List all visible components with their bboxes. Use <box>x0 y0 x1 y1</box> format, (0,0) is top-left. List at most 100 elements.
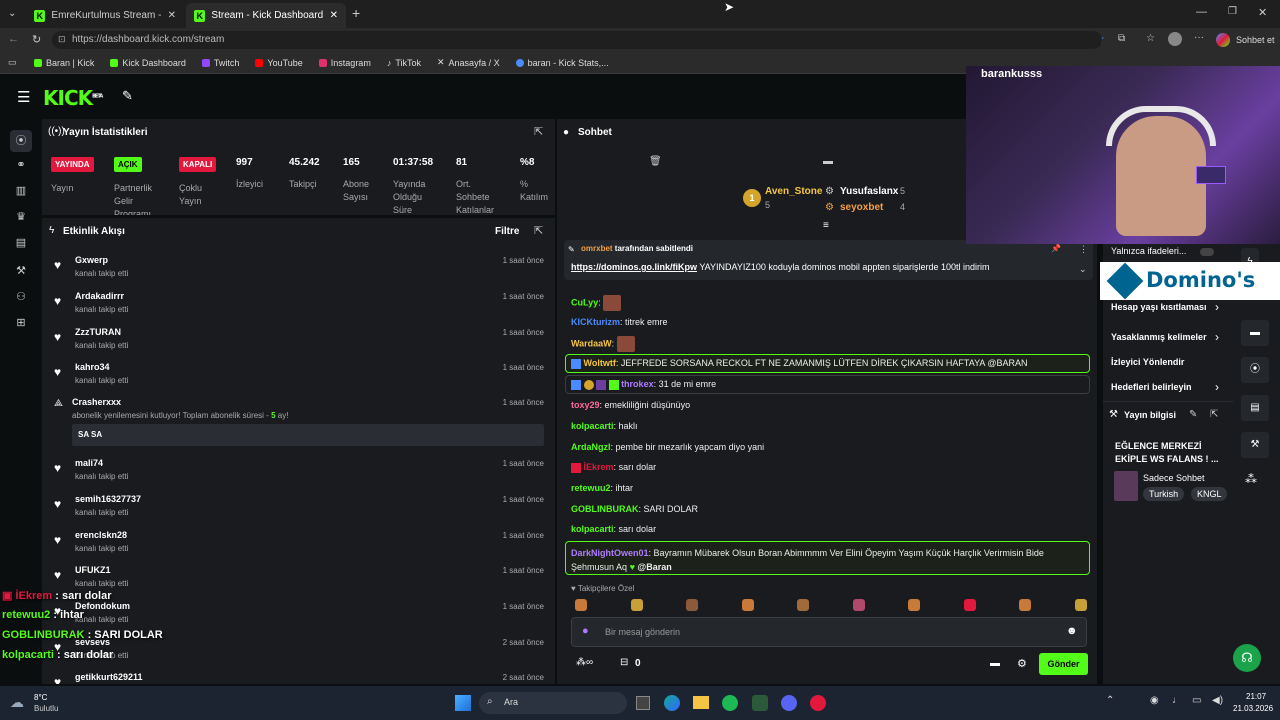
bookmark-kick-stats[interactable]: baran - Kick Stats,... <box>515 58 609 68</box>
event-username[interactable]: getikkurt629211 <box>75 672 143 682</box>
emote-icon[interactable] <box>686 599 699 611</box>
kick-logo[interactable]: KICKBETA <box>43 86 103 110</box>
tray-app-icon[interactable]: ◉ <box>1150 695 1159 706</box>
event-username[interactable]: Ardakadirrr <box>75 291 124 301</box>
chevron-right-icon[interactable]: › <box>1215 300 1219 314</box>
volume-icon[interactable]: ◀) <box>1212 695 1223 706</box>
leader-name[interactable]: seyoxbet <box>840 202 883 213</box>
tools-icon[interactable]: ⚒ <box>14 264 28 278</box>
event-username[interactable]: kahro34 <box>75 362 110 372</box>
emote-icon[interactable] <box>741 599 754 611</box>
channel-points-icon[interactable]: ⁂∞ <box>576 657 593 668</box>
profile-avatar[interactable] <box>1168 32 1182 46</box>
event-username[interactable]: mali74 <box>75 458 103 468</box>
close-icon[interactable]: ✕ <box>330 10 338 21</box>
gear-icon[interactable]: ⚙ <box>1017 657 1027 670</box>
event-username[interactable]: semih16327737 <box>75 494 141 504</box>
windows-start-icon[interactable] <box>455 695 471 711</box>
emote-icon[interactable] <box>575 599 587 611</box>
chat-username[interactable]: throkex <box>621 379 654 389</box>
support-headset-icon[interactable]: ☊ <box>1233 644 1261 672</box>
sidebar-item-account-age[interactable]: Hesap yaşı kısıtlaması <box>1111 302 1207 312</box>
emote-icon[interactable] <box>630 599 643 611</box>
wrench-icon[interactable]: ✎ <box>122 88 133 104</box>
collapse-icon[interactable]: ≡ <box>823 220 829 231</box>
url-field[interactable]: ⊡ https://dashboard.kick.com/stream <box>52 31 1102 49</box>
trophy-icon[interactable]: ♛ <box>14 210 28 224</box>
bookmark-youtube[interactable]: YouTube <box>255 58 303 68</box>
bookmark-instagram[interactable]: Instagram <box>318 58 371 68</box>
chat-username[interactable]: retewuu2 <box>571 483 611 493</box>
sidebar-item-goals[interactable]: Hedefleri belirleyin <box>1111 382 1192 392</box>
emote-icon[interactable] <box>1074 599 1087 611</box>
emote-icon[interactable] <box>852 599 865 611</box>
emoji-icon[interactable]: ☻ <box>1066 625 1078 637</box>
users-icon[interactable]: ⁂ <box>1245 472 1257 486</box>
event-username[interactable]: Crasherxxx <box>72 397 121 407</box>
microphone-icon[interactable]: ♩ <box>1172 695 1182 706</box>
edit-icon[interactable]: ✎ <box>1189 409 1197 420</box>
edge-icon[interactable] <box>664 695 680 711</box>
category-name[interactable]: Sadece Sohbet <box>1143 473 1205 483</box>
category-thumbnail[interactable] <box>1114 471 1138 501</box>
chat-username[interactable]: CuLyy <box>571 297 598 307</box>
pinned-link[interactable]: https://dominos.go.link/fiKpw <box>571 262 697 272</box>
bookmark-x[interactable]: ✕ Anasayfa / X <box>437 57 500 68</box>
spotify-icon[interactable] <box>722 695 738 711</box>
layout-icon[interactable]: ▤ <box>1241 395 1269 421</box>
network-icon[interactable]: ▭ <box>1192 695 1201 706</box>
extensions-icon[interactable]: ⧉ <box>1118 33 1125 44</box>
popout-icon[interactable]: ⇱ <box>534 125 543 138</box>
clock-time[interactable]: 21:07 <box>1246 692 1266 701</box>
weather-cloud-icon[interactable]: ☁ <box>10 694 24 711</box>
chevron-down-icon[interactable]: ⌄ <box>1079 264 1087 275</box>
bookmark-baran-kick[interactable]: Baran | Kick <box>34 58 94 68</box>
library-icon[interactable]: ▤ <box>14 236 28 250</box>
leader-name[interactable]: Aven_Stone <box>765 186 822 197</box>
file-explorer-icon[interactable] <box>693 696 709 709</box>
chat-username[interactable]: ArdaNgzl <box>571 442 611 452</box>
close-icon[interactable]: ✕ <box>168 10 176 21</box>
pin-icon[interactable]: 📌 <box>1051 244 1061 253</box>
popout-icon[interactable]: ⇱ <box>1210 409 1218 420</box>
tag-chip[interactable]: Turkish <box>1143 487 1185 501</box>
wrench-icon[interactable]: ⚒ <box>1241 432 1269 458</box>
event-username[interactable]: Gxwerp <box>75 255 108 265</box>
tag-chip[interactable]: KNGL <box>1191 487 1227 501</box>
event-username[interactable]: ZzzTURAN <box>75 327 121 337</box>
tab-list-icon[interactable]: ⌄ <box>8 8 16 19</box>
analytics-icon[interactable]: ▥ <box>14 184 28 198</box>
popout-icon[interactable]: ⇱ <box>534 224 543 237</box>
chat-username[interactable]: Woltwtf <box>584 358 616 368</box>
favorites-icon[interactable]: ☆ <box>1146 33 1155 44</box>
chat-username[interactable]: İEkrem <box>584 462 614 472</box>
tray-chevron-icon[interactable]: ⌃ <box>1106 695 1114 706</box>
link-icon[interactable]: ⚭ <box>14 158 28 172</box>
close-window-icon[interactable]: ✕ <box>1258 6 1267 19</box>
tab-kick-dashboard[interactable]: K Stream - Kick Dashboard ✕ <box>186 3 346 28</box>
app-icon[interactable] <box>752 695 768 711</box>
community-icon[interactable]: ⚇ <box>14 290 28 304</box>
emotes-only-toggle[interactable] <box>1200 248 1214 256</box>
pinned-by-user[interactable]: omrxbet <box>581 244 613 253</box>
payouts-icon[interactable]: ⊞ <box>14 316 28 330</box>
chat-username[interactable]: toxy29 <box>571 400 600 410</box>
send-button[interactable]: Gönder <box>1039 653 1088 675</box>
obs-icon[interactable] <box>810 695 826 711</box>
back-icon[interactable]: ← <box>8 33 19 45</box>
more-icon[interactable]: ··· <box>1194 32 1204 43</box>
menu-icon[interactable]: ☰ <box>17 88 30 106</box>
refresh-icon[interactable]: ↻ <box>32 33 41 46</box>
sidebar-item-banned-words[interactable]: Yasaklanmış kelimeler <box>1111 332 1207 342</box>
chat-settings-icon[interactable]: ▬ <box>990 658 1000 669</box>
chat-username[interactable]: GOBLINBURAK <box>571 504 639 514</box>
sidebar-item-emotes-only[interactable]: Yalnızca ifadeleri... <box>1111 246 1186 256</box>
chat-input[interactable]: ● Bir mesaj gönderin ☻ <box>571 617 1087 647</box>
tab-emrekurtulmus[interactable]: K EmreKurtulmus Stream - Watch Li ✕ <box>26 3 184 28</box>
site-info-icon[interactable]: ⊡ <box>58 34 66 45</box>
maximize-icon[interactable]: ❐ <box>1228 6 1237 17</box>
copilot-icon[interactable] <box>1216 33 1230 47</box>
chat-icon[interactable]: ▬ <box>1241 320 1269 346</box>
trash-icon[interactable]: 🗑 <box>649 156 662 167</box>
emote-icon[interactable] <box>797 599 810 611</box>
